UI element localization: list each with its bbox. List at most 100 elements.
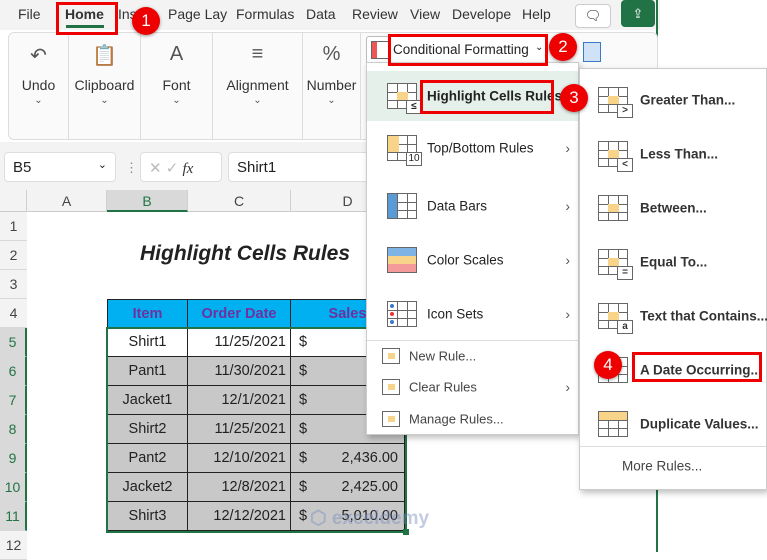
step-badge-2: 2	[549, 33, 577, 61]
undo-icon: ↶	[30, 45, 47, 67]
tab-data[interactable]: Data	[306, 6, 336, 22]
comments-button[interactable]: 🗨	[575, 4, 611, 28]
insert-function-icon[interactable]: fx	[183, 161, 194, 177]
duplicate-values-icon	[598, 411, 628, 437]
submenu-item-less-than-[interactable]: < Less Than...	[580, 127, 766, 181]
submenu-item-greater-than-[interactable]: > Greater Than...	[580, 73, 766, 127]
alignment-group-button[interactable]: ≡ Alignment ⌄	[213, 33, 303, 139]
highlight-box-step-1	[56, 2, 118, 35]
menu-item-data-bars[interactable]: Data Bars ›	[367, 179, 578, 233]
row-header-10[interactable]: 10	[0, 473, 27, 502]
row-header-9[interactable]: 9	[0, 444, 27, 473]
chevron-down-icon: ⌄	[327, 95, 336, 106]
submenu-item-between-[interactable]: Between...	[580, 181, 766, 235]
chevron-right-icon: ›	[565, 306, 570, 322]
less-than-icon: <	[598, 141, 633, 172]
chevron-right-icon: ›	[565, 252, 570, 268]
new-rule-icon	[382, 348, 400, 364]
font-group-button[interactable]: A Font ⌄	[141, 33, 213, 139]
number-group-button[interactable]: % Number ⌄	[303, 33, 361, 139]
column-header-B[interactable]: B	[107, 190, 188, 212]
color-scales-icon	[387, 247, 417, 273]
enter-icon[interactable]: ✓	[166, 160, 179, 177]
equal-to-icon: =	[598, 249, 633, 280]
tab-file[interactable]: File	[18, 6, 41, 22]
data-bars-icon	[387, 193, 417, 219]
row-header-11[interactable]: 11	[0, 502, 27, 531]
row-header-4[interactable]: 4	[0, 299, 27, 328]
row-header-6[interactable]: 6	[0, 357, 27, 386]
top-bottom-icon: 10	[387, 135, 422, 166]
select-all-button[interactable]	[0, 190, 27, 212]
chevron-right-icon: ›	[565, 140, 570, 156]
menu-item-clear-rules[interactable]: Clear Rules ›	[367, 373, 578, 401]
tab-review[interactable]: Review	[352, 6, 398, 22]
grid-less-than-icon: ≤	[387, 83, 422, 114]
cancel-icon[interactable]: ✕	[149, 160, 162, 177]
splitter-icon[interactable]: ⋮	[125, 160, 138, 176]
conditional-formatting-menu: ≤Highlight Cells Rules›10Top/Bottom Rule…	[366, 62, 579, 435]
undo-group-button[interactable]: ↶ Undo ⌄	[9, 33, 69, 139]
clipboard-group-button[interactable]: 📋 Clipboard ⌄	[69, 33, 141, 139]
menu-item-icon-sets[interactable]: Icon Sets ›	[367, 287, 578, 341]
percent-icon: %	[322, 43, 341, 65]
chevron-down-icon: ⌄	[100, 95, 109, 106]
clipboard-icon: 📋	[92, 45, 117, 67]
menu-separator	[580, 446, 766, 447]
chevron-down-icon: ⌄	[172, 95, 181, 106]
tab-help[interactable]: Help	[522, 6, 551, 22]
manage-rules-icon	[382, 411, 400, 427]
column-header-C[interactable]: C	[188, 190, 291, 212]
menu-item-manage-rules-[interactable]: Manage Rules...	[367, 405, 578, 433]
chevron-down-icon: ⌄	[253, 95, 262, 106]
submenu-item-text-that-contains-[interactable]: a Text that Contains...	[580, 289, 767, 343]
text-contains-icon: a	[598, 303, 633, 334]
step-badge-4: 4	[594, 351, 622, 379]
submenu-item-duplicate-values-[interactable]: Duplicate Values...	[580, 397, 766, 451]
row-header-12[interactable]: 12	[0, 531, 27, 560]
highlight-box-step-4	[632, 352, 762, 382]
step-badge-1: 1	[132, 7, 160, 35]
chevron-down-icon: ⌄	[34, 95, 43, 106]
sheet-title: Highlight Cells Rules	[140, 242, 351, 265]
icon-sets-icon	[387, 301, 417, 327]
share-button[interactable]: ⇪	[621, 0, 655, 27]
align-icon: ≡	[251, 43, 264, 65]
table-header-order-date[interactable]: Order Date	[188, 299, 291, 328]
greater-than-icon: >	[598, 87, 633, 118]
highlight-box-step-3	[420, 80, 554, 114]
highlight-box-step-2	[388, 34, 548, 66]
row-header-3[interactable]: 3	[0, 270, 27, 299]
menu-item-top-bottom-rules[interactable]: 10 Top/Bottom Rules ›	[367, 121, 578, 175]
row-header-2[interactable]: 2	[0, 241, 27, 270]
submenu-item-equal-to-[interactable]: = Equal To...	[580, 235, 766, 289]
chevron-right-icon: ›	[565, 379, 570, 395]
menu-separator	[367, 340, 578, 341]
font-color-icon: A	[169, 43, 184, 65]
row-header-7[interactable]: 7	[0, 386, 27, 415]
formula-input[interactable]: Shirt1	[228, 152, 378, 182]
watermark-logo: ⬡ exceldemy	[310, 508, 430, 529]
column-header-A[interactable]: A	[27, 190, 107, 212]
menu-item-new-rule-[interactable]: New Rule...	[367, 342, 578, 370]
highlight-cells-submenu: > Greater Than... < Less Than... Between... =…	[579, 68, 767, 490]
tab-view[interactable]: View	[410, 6, 440, 22]
row-header-8[interactable]: 8	[0, 415, 27, 444]
comment-icon: 🗨	[584, 8, 602, 23]
name-box[interactable]: B5 ⌄	[4, 152, 116, 182]
share-icon: ⇪	[632, 6, 644, 21]
chevron-down-icon: ⌄	[97, 159, 107, 171]
menu-item-color-scales[interactable]: Color Scales ›	[367, 233, 578, 287]
submenu-item-more-rules[interactable]: More Rules...	[580, 451, 766, 481]
tab-develope[interactable]: Develope	[452, 6, 511, 22]
row-header-1[interactable]: 1	[0, 212, 27, 241]
step-badge-3: 3	[560, 84, 588, 112]
row-header-5[interactable]: 5	[0, 328, 27, 357]
selection-range	[106, 327, 407, 533]
table-header-item[interactable]: Item	[107, 299, 188, 328]
tab-page-lay[interactable]: Page Lay	[168, 6, 227, 22]
tab-formulas[interactable]: Formulas	[236, 6, 294, 22]
between-icon	[598, 195, 628, 221]
format-as-table-icon[interactable]	[583, 42, 601, 62]
conditional-formatting-icon	[371, 41, 389, 59]
